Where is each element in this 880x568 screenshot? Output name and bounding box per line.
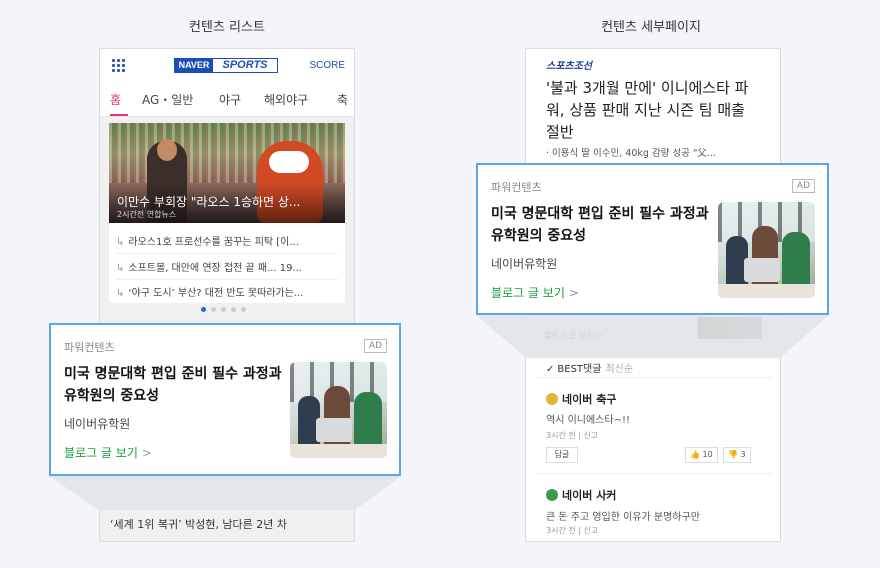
tab-ag-general[interactable]: AG・일반 bbox=[142, 91, 193, 108]
headline-meta: 2시간전 연합뉴스 bbox=[117, 210, 177, 219]
sports-logo-text: SPORTS bbox=[222, 59, 268, 71]
tab-soccer[interactable]: 축 bbox=[337, 91, 348, 108]
comment-meta: 3시간 전 | 신고 bbox=[546, 526, 599, 535]
carousel-dots[interactable] bbox=[201, 307, 246, 312]
ad-thumbnail-behind bbox=[698, 317, 762, 339]
comment-author: 네이버 사커 bbox=[546, 487, 616, 503]
tab-home[interactable]: 홈 bbox=[110, 91, 121, 108]
report-link[interactable]: 신고 bbox=[584, 526, 599, 535]
score-link[interactable]: SCORE bbox=[309, 60, 345, 71]
chevron-right-icon: > bbox=[568, 286, 579, 300]
reply-button[interactable]: 답글 bbox=[546, 447, 578, 463]
comment-text: 큰 돈 주고 영입한 이유가 분명하구만 bbox=[546, 512, 700, 523]
category-tabs: 홈 AG・일반 야구 해외야구 축 bbox=[100, 85, 354, 117]
ad-label: 파워컨텐츠 bbox=[64, 341, 115, 354]
caption-content-list: 컨텐츠 리스트 bbox=[189, 20, 265, 35]
comment-author: 네이버 축구 bbox=[546, 391, 616, 407]
grid-menu-icon[interactable] bbox=[112, 59, 126, 73]
tab-baseball[interactable]: 야구 bbox=[219, 91, 241, 108]
sports-header: NAVER SPORTS SCORE bbox=[100, 49, 354, 85]
naver-sports-logo[interactable]: NAVER SPORTS bbox=[174, 58, 278, 73]
blog-link[interactable]: 블로그 글 보기 > bbox=[491, 284, 579, 301]
report-link[interactable]: 신고 bbox=[584, 431, 599, 440]
ad-badge: AD bbox=[791, 179, 815, 193]
like-button[interactable]: 👍 10 bbox=[685, 447, 718, 463]
ad-title[interactable]: 미국 명문대학 편입 준비 필수 과정과 유학원의 중요성 bbox=[64, 363, 284, 407]
headline-title: 이만수 부회장 "라오스 1승하면 상... bbox=[117, 195, 301, 209]
naver-logo-text: NAVER bbox=[175, 59, 213, 72]
ad-thumbnail[interactable] bbox=[718, 202, 815, 298]
comment-meta: 3시간 전 | 신고 bbox=[546, 431, 599, 440]
ad-label: 파워컨텐츠 bbox=[491, 181, 542, 194]
news-list-item[interactable]: ↳ 소프트볼, 대만에 연장 접전 끝 패... 19... bbox=[116, 259, 340, 274]
ad-source: 네이버유학원 bbox=[491, 257, 558, 271]
news-headline-bottom[interactable]: ‘세계 1위 복귀’ 박성현, 남다른 2년 차 bbox=[110, 516, 287, 532]
power-content-ad-list[interactable]: 파워컨텐츠 AD 미국 명문대학 편입 준비 필수 과정과 유학원의 중요성 네… bbox=[49, 323, 401, 476]
news-list-item[interactable]: ↳ 라오스1호 프로선수를 꿈꾸는 피탁 [이... bbox=[116, 233, 340, 248]
comment-sort: ✓ BEST댓글 최신순 bbox=[546, 360, 633, 375]
caption-content-detail: 컨텐츠 세부페이지 bbox=[601, 20, 701, 35]
ad-thumbnail[interactable] bbox=[290, 362, 387, 458]
check-icon: ✓ bbox=[546, 364, 555, 375]
ad-source: 네이버유학원 bbox=[64, 417, 131, 431]
tab-overseas-baseball[interactable]: 해외야구 bbox=[264, 91, 308, 108]
related-article[interactable]: · 이용식 딸 이수민, 40kg 감량 성공 "父... bbox=[546, 145, 762, 159]
headline-photo[interactable]: 이만수 부회장 "라오스 1승하면 상... 2시간전 연합뉴스 bbox=[109, 123, 345, 223]
blog-link-behind: 블로그 글 보기 > bbox=[544, 331, 603, 340]
dislike-button[interactable]: 👎 3 bbox=[723, 447, 751, 463]
latest-comments-tab[interactable]: 최신순 bbox=[605, 364, 633, 375]
news-list-item[interactable]: ↳ ‘야구 도시’ 부산? 대전 반도 못따라가는... bbox=[116, 284, 340, 299]
active-tab-indicator bbox=[110, 114, 128, 116]
ad-title[interactable]: 미국 명문대학 편입 준비 필수 과정과 유학원의 중요성 bbox=[491, 203, 711, 247]
green-medal-icon bbox=[546, 489, 558, 501]
press-logo[interactable]: 스포츠조선 bbox=[546, 57, 592, 72]
article-title: '불과 3개월 만에' 이니에스타 파워, 상품 판매 지난 시즌 팀 매출 절… bbox=[546, 79, 749, 141]
blog-link[interactable]: 블로그 글 보기 > bbox=[64, 444, 152, 461]
power-content-ad-detail[interactable]: 파워컨텐츠 AD 미국 명문대학 편입 준비 필수 과정과 유학원의 중요성 네… bbox=[476, 163, 829, 315]
gold-medal-icon bbox=[546, 393, 558, 405]
headline-card[interactable]: 이만수 부회장 "라오스 1승하면 상... 2시간전 연합뉴스 ↳ 라오스1호 … bbox=[109, 123, 345, 303]
chevron-right-icon: > bbox=[141, 446, 152, 460]
ad-badge: AD bbox=[363, 339, 387, 353]
best-comments-tab[interactable]: BEST댓글 bbox=[557, 364, 601, 375]
comment-text: 역시 이니에스타~!! bbox=[546, 415, 630, 426]
